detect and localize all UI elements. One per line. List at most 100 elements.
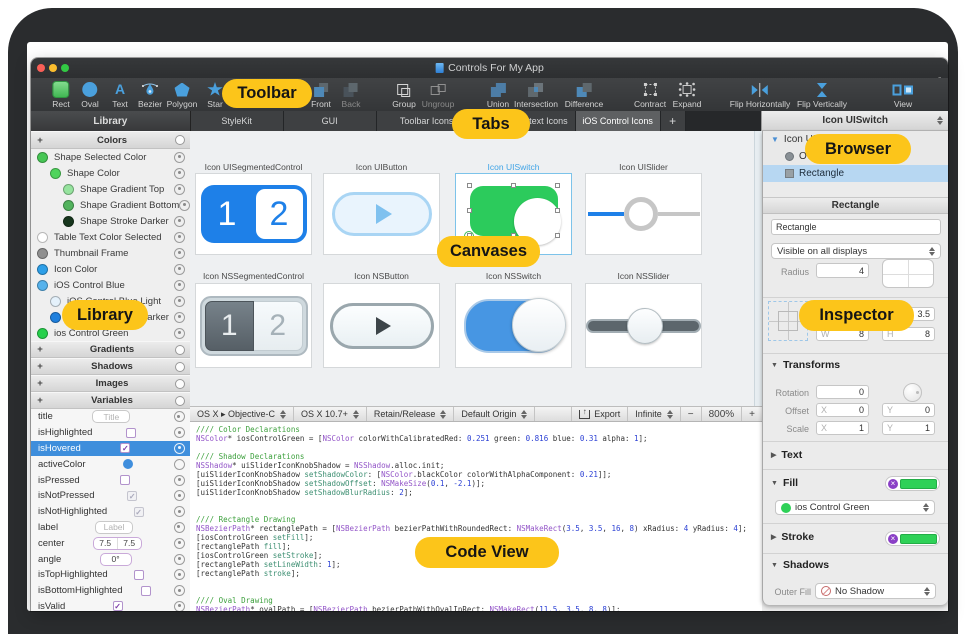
visibility-circle-icon[interactable] <box>175 396 185 406</box>
canvas-icon-uibutton[interactable] <box>323 173 440 255</box>
variable-checkbox[interactable]: ✓ <box>120 443 130 453</box>
visibility-circle-icon[interactable] <box>175 379 185 389</box>
target-icon[interactable] <box>174 475 185 486</box>
visibility-dropdown[interactable]: Visible on all displays <box>771 243 941 259</box>
toolbar-button-intersection[interactable]: Intersection <box>514 81 558 109</box>
target-icon[interactable] <box>174 538 185 549</box>
add-icon[interactable]: + <box>31 135 49 146</box>
target-icon[interactable] <box>174 328 185 339</box>
variable-checkbox[interactable] <box>134 570 144 580</box>
library-color-shape-gradient-top[interactable]: Shape Gradient Top <box>31 181 190 197</box>
tab-gui[interactable]: GUI <box>284 111 377 131</box>
library-color-table-text-color-selected[interactable]: Table Text Color Selected <box>31 229 190 245</box>
toolbar-button-flip-vertically[interactable]: Flip Vertically <box>797 81 847 109</box>
code-option-os-x-objective-c[interactable]: OS X ▸ Objective-C <box>190 407 294 421</box>
target-icon[interactable] <box>174 152 185 163</box>
fill-color-dropdown[interactable]: ios Control Green <box>775 500 935 515</box>
target-icon[interactable] <box>179 200 190 211</box>
canvas-size-dropdown[interactable]: Infinite <box>627 407 680 421</box>
remove-stroke-icon[interactable]: × <box>888 534 898 544</box>
variable-row-isnothighlighted[interactable]: isNotHighlighted✓ <box>31 504 190 520</box>
target-icon[interactable] <box>174 232 185 243</box>
variable-row-angle[interactable]: angle0° <box>31 551 190 567</box>
selection-handle[interactable] <box>555 183 560 188</box>
shadows-section-header[interactable]: ▼Shadows <box>771 559 829 571</box>
add-icon[interactable]: + <box>31 361 49 372</box>
radius-input[interactable]: 4 <box>816 263 869 278</box>
toolbar-button-union[interactable]: Union <box>487 81 509 109</box>
canvas-icon-nsbutton[interactable] <box>323 283 440 368</box>
code-option-os-x-10-7[interactable]: OS X 10.7+ <box>294 407 367 421</box>
browser-header[interactable]: Icon UISwitch <box>761 111 948 131</box>
toolbar-button-flip-horizontally[interactable]: Flip Horizontally <box>730 81 790 109</box>
fill-swatch-widget[interactable]: × <box>885 476 940 491</box>
scale-y-input[interactable]: Y1 <box>882 421 935 435</box>
remove-fill-icon[interactable]: × <box>888 479 898 489</box>
library-color-shape-selected-color[interactable]: Shape Selected Color <box>31 149 190 165</box>
stroke-swatch-widget[interactable]: × <box>885 531 940 546</box>
variable-control[interactable]: ✓ <box>113 601 123 611</box>
toolbar-button-text[interactable]: AText <box>112 81 128 109</box>
toolbar-button-oval[interactable]: Oval <box>81 81 98 109</box>
library-color-shape-stroke-darker[interactable]: Shape Stroke Darker <box>31 213 190 229</box>
toolbar-button-view[interactable]: View <box>892 81 914 109</box>
selection-handle[interactable] <box>511 183 516 188</box>
variable-text-input[interactable]: Label <box>95 521 133 534</box>
target-icon[interactable] <box>174 490 185 501</box>
variable-pair-input[interactable]: 7.57.5 <box>93 537 142 550</box>
variable-control[interactable]: 0° <box>100 553 132 566</box>
toolbar-button-ungroup[interactable]: Ungroup <box>422 81 455 109</box>
library-color-shape-color[interactable]: Shape Color <box>31 165 190 181</box>
offset-x-input[interactable]: X0 <box>816 403 869 417</box>
target-icon[interactable] <box>174 168 185 179</box>
target-icon[interactable] <box>174 554 185 565</box>
canvas-icon-uisegmentedcontrol[interactable]: 12 <box>195 173 312 255</box>
toolbar-button-contract[interactable]: Contract <box>634 81 666 109</box>
add-icon[interactable]: + <box>31 344 49 355</box>
variable-control[interactable]: Label <box>95 521 133 534</box>
code-view[interactable]: //// Color DeclarationsNSColor* iosContr… <box>190 422 762 611</box>
zoom-out-button[interactable]: − <box>680 407 701 421</box>
variable-control[interactable]: ✓ <box>127 491 137 501</box>
target-icon[interactable] <box>174 264 185 275</box>
add-tab-button[interactable]: + <box>661 111 686 131</box>
library-section-gradients[interactable]: +Gradients <box>31 341 190 358</box>
target-icon[interactable] <box>174 427 185 438</box>
variable-row-center[interactable]: center7.57.5 <box>31 535 190 551</box>
variable-text-input[interactable]: Title <box>92 410 130 423</box>
variable-control[interactable] <box>123 459 133 469</box>
target-icon[interactable] <box>174 569 185 580</box>
library-color-ios-control-blue[interactable]: iOS Control Blue <box>31 277 190 293</box>
variable-field-input[interactable]: 0° <box>100 553 132 566</box>
export-button[interactable]: ↑Export <box>571 407 627 421</box>
toolbar-button-star[interactable]: Star <box>207 81 223 109</box>
text-section-header[interactable]: ▶Text <box>771 449 802 461</box>
selection-handle[interactable] <box>467 208 472 213</box>
target-icon[interactable] <box>174 312 185 323</box>
stroke-section-header[interactable]: ▶Stroke <box>771 531 814 543</box>
toolbar-button-rect[interactable]: Rect <box>52 81 69 109</box>
library-section-images[interactable]: +Images <box>31 375 190 392</box>
library-section-shadows[interactable]: +Shadows <box>31 358 190 375</box>
variable-control[interactable] <box>134 570 144 580</box>
selection-handle[interactable] <box>555 233 560 238</box>
minimize-button[interactable] <box>49 64 57 72</box>
target-icon[interactable] <box>174 459 185 470</box>
target-icon[interactable] <box>174 280 185 291</box>
target-icon[interactable] <box>174 216 185 227</box>
variable-row-isvalid[interactable]: isValid✓ <box>31 599 190 611</box>
toolbar-button-bezier[interactable]: Bezier <box>138 81 162 109</box>
code-option-retain-release[interactable]: Retain/Release <box>367 407 455 421</box>
toolbar-button-expand[interactable]: Expand <box>673 81 702 109</box>
selection-handle[interactable] <box>555 208 560 213</box>
target-icon[interactable] <box>174 522 185 533</box>
variable-control[interactable]: ✓ <box>134 507 144 517</box>
library-color-shape-gradient-bottom[interactable]: Shape Gradient Bottom <box>31 197 190 213</box>
canvas-icon-nsslider[interactable] <box>585 283 702 368</box>
visibility-circle-icon[interactable] <box>175 345 185 355</box>
transforms-section-header[interactable]: ▼Transforms <box>771 359 840 371</box>
toolbar-button-difference[interactable]: Difference <box>565 81 604 109</box>
variable-row-label[interactable]: labelLabel <box>31 520 190 536</box>
variable-control[interactable]: Title <box>92 410 130 423</box>
canvas-icon-uislider[interactable] <box>585 173 702 255</box>
